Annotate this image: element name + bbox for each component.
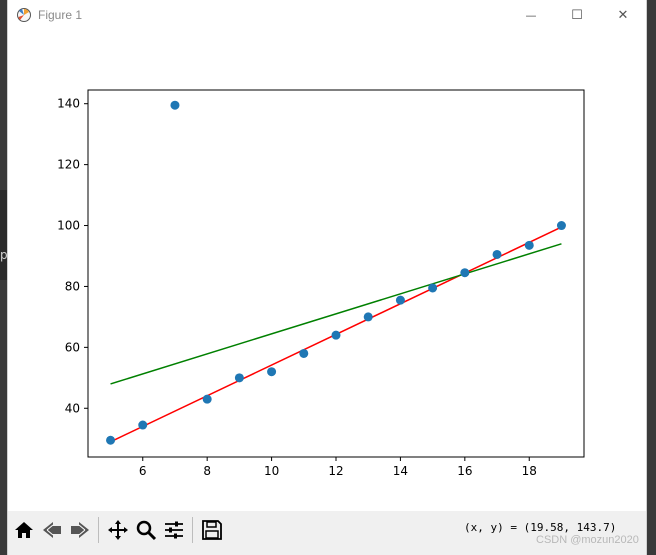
save-button[interactable]: [199, 517, 225, 543]
background-window-fragment: p: [0, 190, 8, 280]
configure-subplots-icon: [165, 521, 183, 539]
y-axis-ticks: 40 60 80 100 120 140: [57, 97, 88, 415]
plot-area: [87, 89, 585, 458]
home-icon: [15, 522, 33, 538]
forward-icon: [71, 522, 89, 538]
title-bar: Figure 1 — ☐ ✕: [8, 0, 646, 31]
window-title: Figure 1: [38, 8, 83, 22]
scatter-point: [138, 420, 148, 430]
x-tick-label: 8: [203, 464, 211, 478]
x-tick-label: 14: [393, 464, 408, 478]
close-button[interactable]: ✕: [600, 0, 646, 31]
back-button[interactable]: [39, 517, 65, 543]
zoom-button[interactable]: [133, 517, 159, 543]
cursor-coordinates: (x, y) = (19.58, 143.7): [464, 521, 617, 534]
y-tick-label: 100: [57, 219, 80, 233]
toolbar-separator: [98, 517, 99, 543]
navigation-toolbar: (x, y) = (19.58, 143.7) CSDN @mozun2020: [8, 511, 646, 555]
scatter-point: [524, 240, 534, 250]
home-button[interactable]: [11, 517, 37, 543]
figure-canvas[interactable]: 6 8 10 12 14 16 18 40 60 80 100 120 140: [8, 31, 646, 511]
scatter-point: [556, 221, 566, 231]
figure-window: Figure 1 — ☐ ✕ 6 8 10 12 14 16 18 40 60 80 100 120…: [8, 0, 646, 555]
x-tick-label: 18: [522, 464, 537, 478]
background-text-fragment: p: [0, 248, 8, 262]
scatter-point: [106, 435, 116, 445]
y-tick-label: 80: [65, 279, 80, 293]
scatter-point: [460, 268, 470, 278]
toolbar-separator: [192, 517, 193, 543]
scatter-point: [267, 367, 277, 377]
x-tick-label: 16: [457, 464, 472, 478]
minimize-icon: —: [525, 9, 537, 22]
y-tick-label: 40: [65, 401, 80, 415]
zoom-icon: [136, 520, 157, 541]
minimize-button[interactable]: —: [508, 0, 554, 31]
x-tick-label: 12: [328, 464, 343, 478]
y-tick-label: 120: [57, 158, 80, 172]
scatter-chart: 6 8 10 12 14 16 18 40 60 80 100 120 140: [57, 89, 585, 478]
scatter-point: [299, 348, 309, 358]
pan-button[interactable]: [105, 517, 131, 543]
scatter-point: [428, 283, 438, 293]
scatter-point: [202, 394, 212, 404]
pan-icon: [108, 520, 128, 540]
scatter-point: [363, 312, 373, 322]
maximize-icon: ☐: [571, 8, 583, 23]
y-tick-label: 140: [57, 97, 80, 111]
scatter-point: [331, 330, 341, 340]
back-icon: [43, 522, 61, 538]
x-tick-label: 10: [264, 464, 279, 478]
y-tick-label: 60: [65, 340, 80, 354]
scatter-point: [170, 100, 180, 110]
x-tick-label: 6: [139, 464, 147, 478]
close-icon: ✕: [617, 8, 629, 23]
forward-button[interactable]: [67, 517, 93, 543]
watermark-text: CSDN @mozun2020: [536, 534, 639, 546]
scatter-point: [234, 373, 244, 383]
save-icon: [202, 520, 222, 540]
configure-subplots-button[interactable]: [161, 517, 187, 543]
maximize-button[interactable]: ☐: [554, 0, 600, 31]
scatter-point: [395, 295, 405, 305]
x-axis-ticks: 6 8 10 12 14 16 18: [139, 457, 537, 478]
scatter-point: [492, 249, 502, 259]
matplotlib-app-icon: [17, 8, 31, 22]
